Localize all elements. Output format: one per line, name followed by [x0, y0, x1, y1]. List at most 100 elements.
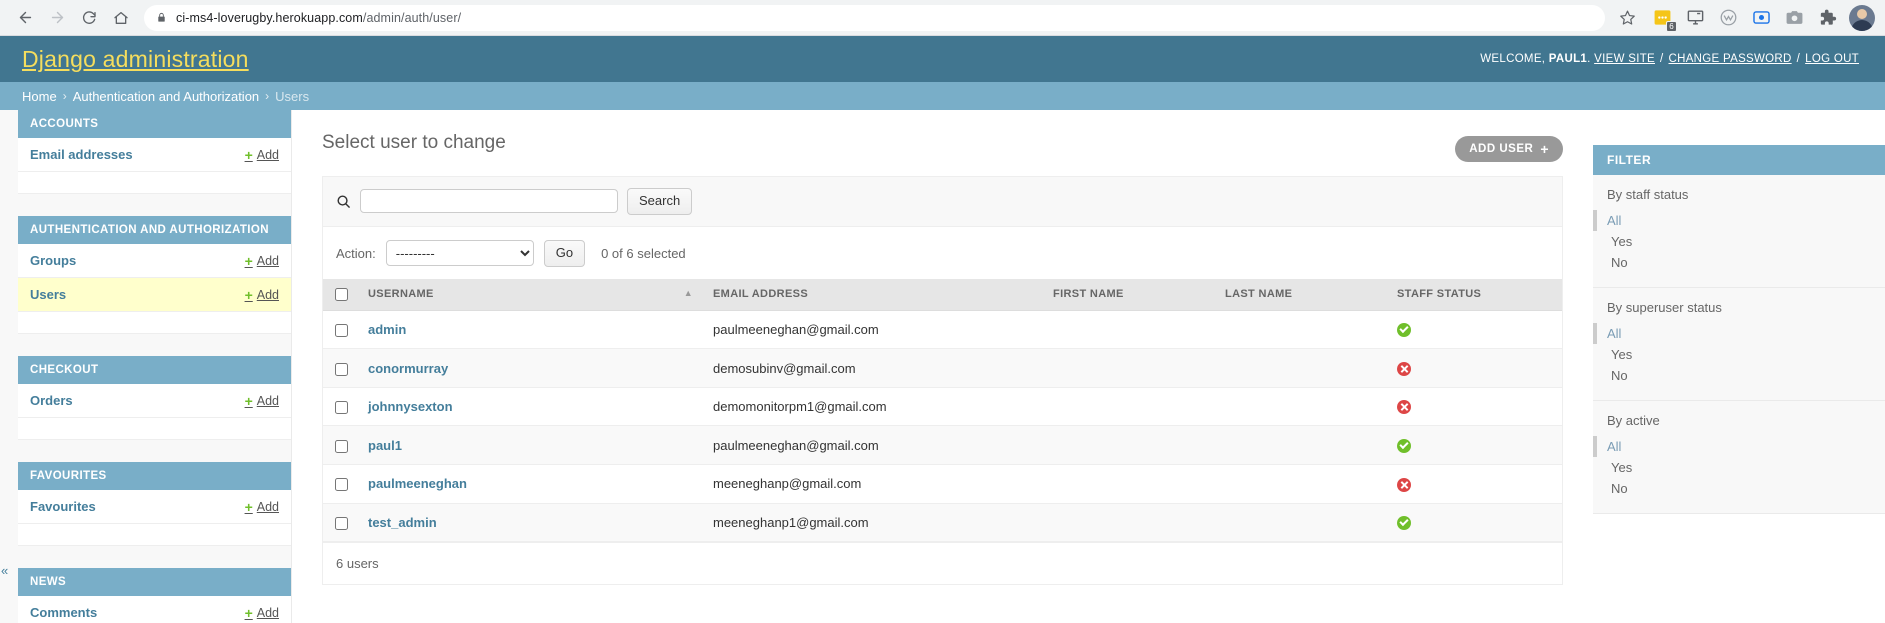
screen-recorder-extension-icon[interactable]	[1684, 7, 1706, 29]
app-title-checkout: CHECKOUT	[18, 356, 291, 384]
select-all-checkbox[interactable]	[335, 287, 348, 301]
row-checkbox[interactable]	[335, 439, 348, 453]
add-link-email-addresses[interactable]: + Add	[245, 148, 279, 162]
log-out-link[interactable]: LOG OUT	[1805, 53, 1859, 65]
sidebar-item-favourites[interactable]: Favourites + Add	[18, 490, 291, 524]
filter-choice-yes[interactable]: Yes	[1593, 231, 1885, 252]
filter-link-yes[interactable]: Yes	[1611, 234, 1632, 249]
user-link[interactable]: test_admin	[368, 515, 437, 530]
add-link-favourites[interactable]: + Add	[245, 500, 279, 514]
user-link[interactable]: paulmeeneghan	[368, 476, 467, 491]
star-icon[interactable]	[1615, 6, 1639, 30]
cell-last-name	[1215, 425, 1387, 466]
reload-icon[interactable]	[74, 3, 104, 33]
model-link-users[interactable]: Users	[30, 287, 66, 302]
filter-link-all[interactable]: All	[1607, 439, 1621, 454]
back-arrow-icon[interactable]	[10, 3, 40, 33]
user-link[interactable]: conormurray	[368, 361, 448, 376]
filter-link-yes[interactable]: Yes	[1611, 460, 1632, 475]
column-header-first-name[interactable]: FIRST NAME	[1043, 278, 1215, 311]
user-link[interactable]: johnnysexton	[368, 399, 453, 414]
site-branding[interactable]: Django administration	[22, 46, 249, 73]
forward-arrow-icon[interactable]	[42, 3, 72, 33]
nav-sidebar: ACCOUNTS Email addresses + Add AUTHENTICA…	[0, 110, 292, 623]
cell-email: meeneghanp@gmail.com	[703, 464, 1043, 504]
filter-group-superuser-status: By superuser status All Yes No	[1593, 288, 1885, 401]
row-checkbox[interactable]	[335, 324, 348, 338]
sidebar-item-comments[interactable]: Comments + Add	[18, 596, 291, 623]
table-row[interactable]: paul1 paulmeeneghan@gmail.com	[323, 425, 1562, 466]
row-checkbox[interactable]	[335, 478, 348, 492]
filter-link-all[interactable]: All	[1607, 213, 1621, 228]
row-checkbox[interactable]	[335, 401, 348, 415]
camera-extension-icon[interactable]	[1783, 7, 1805, 29]
home-icon[interactable]	[106, 3, 136, 33]
notes-extension-icon[interactable]: 6	[1651, 7, 1677, 32]
model-link-email-addresses[interactable]: Email addresses	[30, 147, 133, 162]
search-button[interactable]: Search	[627, 188, 693, 215]
model-link-comments[interactable]: Comments	[30, 605, 97, 620]
actions-bar: Action: --------- Delete selected users …	[323, 226, 1562, 279]
column-header-last-name[interactable]: LAST NAME	[1215, 278, 1387, 311]
add-link-groups[interactable]: + Add	[245, 254, 279, 268]
profile-avatar[interactable]	[1849, 4, 1875, 31]
user-link[interactable]: paul1	[368, 438, 402, 453]
filter-choice-no[interactable]: No	[1593, 365, 1885, 386]
filter-link-no[interactable]: No	[1611, 368, 1628, 383]
sidebar-item-orders[interactable]: Orders + Add	[18, 384, 291, 418]
filter-choice-yes[interactable]: Yes	[1593, 344, 1885, 365]
sidebar-item-groups[interactable]: Groups + Add	[18, 244, 291, 278]
action-select[interactable]: --------- Delete selected users	[385, 240, 534, 267]
app-title-auth: AUTHENTICATION AND AUTHORIZATION	[18, 216, 291, 244]
breadcrumb-home[interactable]: Home	[22, 89, 57, 104]
table-row[interactable]: test_admin meeneghanp1@gmail.com	[323, 503, 1562, 543]
filter-link-no[interactable]: No	[1611, 481, 1628, 496]
filter-link-no[interactable]: No	[1611, 255, 1628, 270]
table-row[interactable]: conormurray demosubinv@gmail.com	[323, 348, 1562, 388]
go-button[interactable]: Go	[543, 239, 586, 267]
add-label: Add	[256, 287, 279, 302]
table-row[interactable]: paulmeeneghan meeneghanp@gmail.com	[323, 464, 1562, 504]
sidebar-item-email-addresses[interactable]: Email addresses + Add	[18, 138, 291, 172]
column-header-email-address[interactable]: EMAIL ADDRESS	[703, 278, 1043, 311]
user-link[interactable]: admin	[368, 322, 406, 337]
sidebar-collapse-toggle[interactable]: «	[1, 564, 8, 577]
puzzle-extensions-icon[interactable]	[1816, 7, 1838, 29]
add-link-comments[interactable]: + Add	[245, 606, 279, 620]
add-link-users[interactable]: + Add	[245, 288, 279, 302]
model-link-groups[interactable]: Groups	[30, 253, 76, 268]
row-checkbox[interactable]	[335, 362, 348, 376]
table-row[interactable]: johnnysexton demomonitorpm1@gmail.com	[323, 387, 1562, 427]
table-row[interactable]: admin paulmeeneghan@gmail.com	[323, 310, 1562, 350]
sidebar-item-users[interactable]: Users + Add	[18, 278, 291, 312]
filter-choice-no[interactable]: No	[1593, 478, 1885, 499]
wallet-extension-icon[interactable]	[1717, 7, 1739, 29]
filter-choice-all[interactable]: All	[1593, 436, 1885, 457]
filter-link-yes[interactable]: Yes	[1611, 347, 1632, 362]
model-link-orders[interactable]: Orders	[30, 393, 73, 408]
cell-first-name	[1043, 503, 1215, 543]
bluedot-extension-icon[interactable]	[1750, 7, 1772, 29]
filter-choice-all[interactable]: All	[1593, 210, 1885, 231]
cell-last-name	[1215, 503, 1387, 543]
filter-choice-no[interactable]: No	[1593, 252, 1885, 273]
model-link-favourites[interactable]: Favourites	[30, 499, 96, 514]
add-user-button[interactable]: ADD USER +	[1455, 136, 1563, 162]
add-link-orders[interactable]: + Add	[245, 394, 279, 408]
breadcrumb-app[interactable]: Authentication and Authorization	[73, 89, 259, 104]
search-input[interactable]	[360, 189, 618, 214]
filter-choice-yes[interactable]: Yes	[1593, 457, 1885, 478]
change-password-link[interactable]: CHANGE PASSWORD	[1669, 53, 1792, 65]
view-site-link[interactable]: VIEW SITE	[1594, 53, 1655, 65]
app-title-favourites: FAVOURITES	[18, 462, 291, 490]
object-tools: ADD USER +	[1455, 136, 1563, 162]
address-bar[interactable]: ci-ms4-loverugby.herokuapp.com/admin/aut…	[144, 4, 1605, 31]
column-header-staff-status[interactable]: STAFF STATUS	[1387, 278, 1562, 311]
column-header-username[interactable]: USERNAME ▲	[358, 278, 703, 311]
filter-heading-active: By active	[1607, 413, 1660, 428]
row-checkbox[interactable]	[335, 516, 348, 530]
filter-link-all[interactable]: All	[1607, 326, 1621, 341]
cell-email: paulmeeneghan@gmail.com	[703, 425, 1043, 466]
filter-choice-all[interactable]: All	[1593, 323, 1885, 344]
user-tools-separator-2: /	[1796, 53, 1801, 65]
